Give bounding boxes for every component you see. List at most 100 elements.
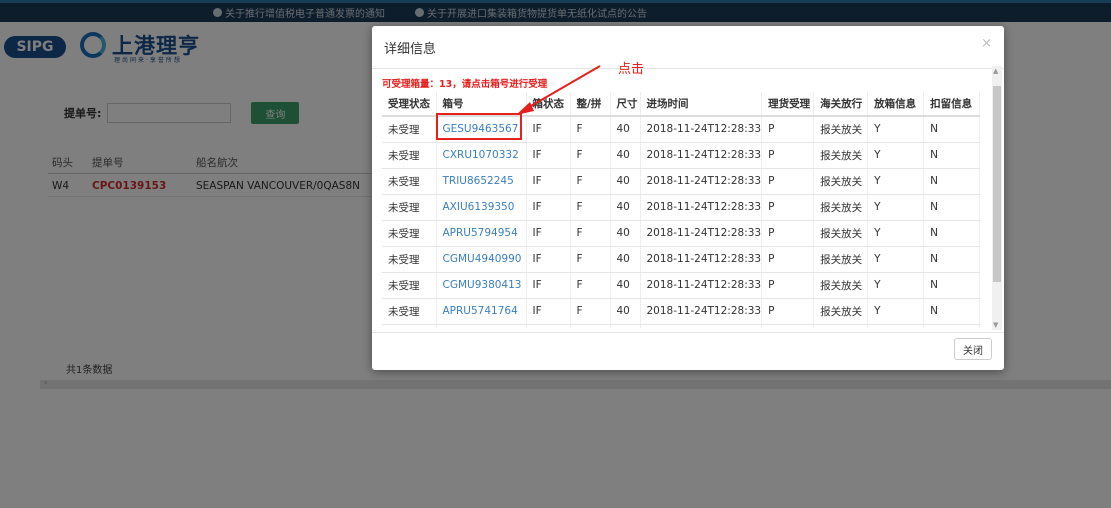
close-button[interactable]: 关闭 bbox=[954, 338, 992, 360]
release-cell: Y bbox=[867, 246, 925, 273]
annotation-arrow-icon bbox=[516, 65, 601, 115]
fcl-cell: F bbox=[570, 194, 611, 221]
hold-cell: N bbox=[923, 298, 981, 325]
status-cell: 未受理 bbox=[382, 142, 437, 169]
size-cell: 40 bbox=[610, 168, 641, 195]
modal-title: 详细信息 bbox=[384, 42, 437, 57]
release-cell: Y bbox=[867, 324, 925, 328]
box-status-cell: IF bbox=[526, 220, 571, 247]
status-cell: 未受理 bbox=[382, 194, 437, 221]
hold-cell: N bbox=[923, 220, 981, 247]
release-cell: Y bbox=[867, 272, 925, 299]
size-cell: 40 bbox=[610, 142, 641, 169]
release-cell: Y bbox=[867, 220, 925, 247]
box-number-link[interactable]: CXRU1283657 bbox=[436, 324, 527, 328]
box-status-cell: IF bbox=[526, 194, 571, 221]
divider bbox=[372, 68, 1004, 69]
release-cell: Y bbox=[867, 116, 925, 143]
tally-cell: P bbox=[761, 298, 815, 325]
scrollbar-thumb[interactable] bbox=[993, 86, 1001, 282]
entry-time-cell: 2018-11-24T12:28:33 bbox=[640, 324, 763, 328]
size-cell: 40 bbox=[610, 272, 641, 299]
size-cell: 40 bbox=[610, 220, 641, 247]
entry-time-cell: 2018-11-24T12:28:33 bbox=[640, 168, 763, 195]
fcl-cell: F bbox=[570, 324, 611, 328]
column-header-release: 放箱信息 bbox=[867, 92, 925, 117]
box-number-link[interactable]: CXRU1070332 bbox=[436, 142, 527, 169]
release-cell: Y bbox=[867, 142, 925, 169]
box-number-link[interactable]: TRIU8652245 bbox=[436, 168, 527, 195]
scroll-up-icon[interactable]: ▲ bbox=[993, 67, 998, 75]
fcl-cell: F bbox=[570, 246, 611, 273]
column-header-tally: 理货受理 bbox=[761, 92, 815, 117]
tally-cell: P bbox=[761, 194, 815, 221]
customs-cell: 报关放关 bbox=[813, 116, 869, 143]
table-row: 未受理CXRU1283657IFF402018-11-24T12:28:33P报… bbox=[382, 324, 981, 328]
hold-cell: N bbox=[923, 116, 981, 143]
entry-time-cell: 2018-11-24T12:28:33 bbox=[640, 142, 763, 169]
hold-cell: N bbox=[923, 272, 981, 299]
entry-time-cell: 2018-11-24T12:28:33 bbox=[640, 298, 763, 325]
scroll-down-icon[interactable]: ▼ bbox=[993, 321, 998, 329]
hold-cell: N bbox=[923, 168, 981, 195]
box-number-link[interactable]: CGMU4940990 bbox=[436, 246, 527, 273]
tally-cell: P bbox=[761, 324, 815, 328]
hold-cell: N bbox=[923, 142, 981, 169]
hold-cell: N bbox=[923, 324, 981, 328]
tally-cell: P bbox=[761, 220, 815, 247]
customs-cell: 报关放关 bbox=[813, 142, 869, 169]
box-status-cell: IF bbox=[526, 246, 571, 273]
release-cell: Y bbox=[867, 298, 925, 325]
close-icon[interactable]: × bbox=[981, 36, 992, 51]
column-header-status: 受理状态 bbox=[382, 92, 437, 117]
box-status-cell: IF bbox=[526, 272, 571, 299]
box-number-link[interactable]: AXIU6139350 bbox=[436, 194, 527, 221]
size-cell: 40 bbox=[610, 194, 641, 221]
release-cell: Y bbox=[867, 168, 925, 195]
tally-cell: P bbox=[761, 168, 815, 195]
status-cell: 未受理 bbox=[382, 324, 437, 328]
box-number-link[interactable]: APRU5794954 bbox=[436, 220, 527, 247]
hold-cell: N bbox=[923, 194, 981, 221]
size-cell: 40 bbox=[610, 298, 641, 325]
entry-time-cell: 2018-11-24T12:28:33 bbox=[640, 116, 763, 143]
customs-cell: 报关放关 bbox=[813, 168, 869, 195]
entry-time-cell: 2018-11-24T12:28:33 bbox=[640, 194, 763, 221]
table-row: 未受理 AXIU6139350 IF F 40 2018-11-24T12:28:33 P 报… bbox=[382, 194, 981, 221]
tally-cell: P bbox=[761, 142, 815, 169]
entry-time-cell: 2018-11-24T12:28:33 bbox=[640, 272, 763, 299]
entry-time-cell: 2018-11-24T12:28:33 bbox=[640, 246, 763, 273]
vertical-scrollbar[interactable]: ▲ ▼ bbox=[992, 66, 1002, 330]
table-row: 未受理 APRU5741764 IF F 40 2018-11-24T12:28:33 P 报… bbox=[382, 298, 981, 325]
box-status-cell: IF bbox=[526, 298, 571, 325]
box-status-cell: IF bbox=[526, 324, 571, 328]
tally-cell: P bbox=[761, 272, 815, 299]
table-row: 未受理 APRU5794954 IF F 40 2018-11-24T12:28:33 P 报… bbox=[382, 220, 981, 247]
entry-time-cell: 2018-11-24T12:28:33 bbox=[640, 220, 763, 247]
status-cell: 未受理 bbox=[382, 272, 437, 299]
release-cell: Y bbox=[867, 194, 925, 221]
detail-modal: 详细信息 × 可受理箱量：13，请点击箱号进行受理 受理状态 箱号 箱状态 整/… bbox=[372, 26, 1004, 370]
customs-cell: 报关放关 bbox=[813, 220, 869, 247]
table-row: 未受理 CXRU1070332 IF F 40 2018-11-24T12:28:33 P 报… bbox=[382, 142, 981, 169]
column-header-hold: 扣留信息 bbox=[923, 92, 981, 117]
size-cell: 40 bbox=[610, 324, 641, 328]
customs-cell: 报关放关 bbox=[813, 324, 869, 328]
fcl-cell: F bbox=[570, 220, 611, 247]
fcl-cell: F bbox=[570, 298, 611, 325]
box-status-cell: IF bbox=[526, 142, 571, 169]
status-cell: 未受理 bbox=[382, 116, 437, 143]
customs-cell: 报关放关 bbox=[813, 246, 869, 273]
table-row: 未受理 TRIU8652245 IF F 40 2018-11-24T12:28:33 P 报… bbox=[382, 168, 981, 195]
hold-cell: N bbox=[923, 246, 981, 273]
column-header-time: 进场时间 bbox=[640, 92, 763, 117]
box-number-link[interactable]: APRU5741764 bbox=[436, 298, 527, 325]
divider bbox=[372, 332, 1004, 333]
customs-cell: 报关放关 bbox=[813, 194, 869, 221]
box-status-cell: IF bbox=[526, 168, 571, 195]
customs-cell: 报关放关 bbox=[813, 298, 869, 325]
status-cell: 未受理 bbox=[382, 168, 437, 195]
fcl-cell: F bbox=[570, 272, 611, 299]
box-number-link[interactable]: CGMU9380413 bbox=[436, 272, 527, 299]
customs-cell: 报关放关 bbox=[813, 272, 869, 299]
